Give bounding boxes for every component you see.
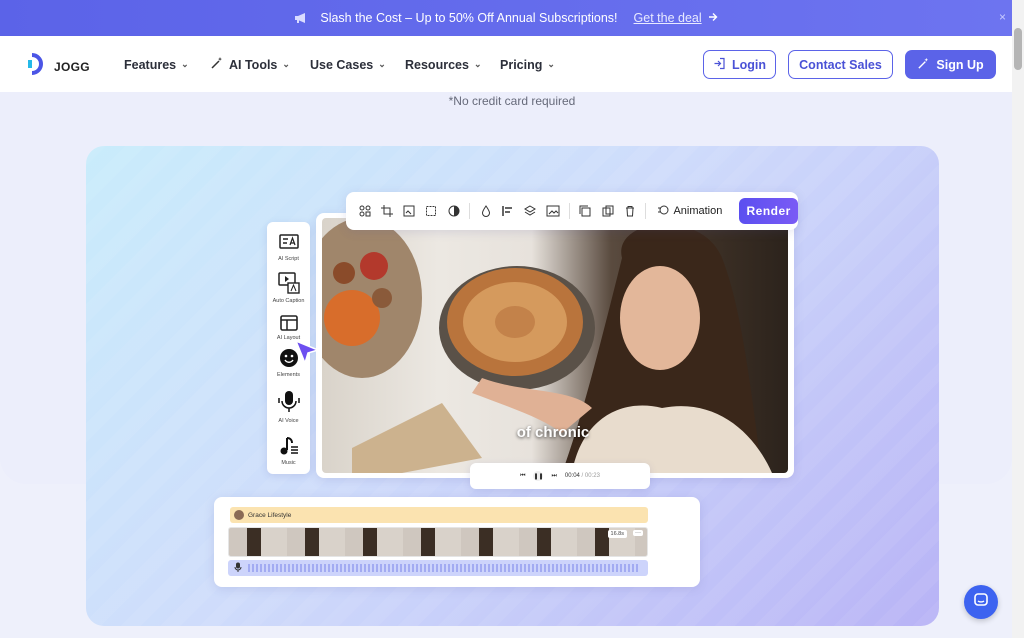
chevron-down-icon: ⌄ <box>282 59 290 69</box>
scrollbar-thumb[interactable] <box>1014 28 1022 70</box>
nav-item-features[interactable]: Features ⌄ <box>124 56 210 73</box>
nav-menu: Features ⌄ AI Tools ⌄ Use Cases ⌄ Resour… <box>124 56 570 73</box>
microphone-icon <box>277 390 300 416</box>
nav-item-label: AI Tools <box>229 57 278 72</box>
jogg-logo-icon <box>28 52 50 81</box>
next-icon[interactable]: ⏭ <box>551 473 556 480</box>
logo-text: JOGG <box>54 59 90 74</box>
megaphone-icon <box>294 12 310 24</box>
auto-caption-icon <box>277 272 300 296</box>
side-tool-ai-voice[interactable]: AI Voice <box>267 390 310 424</box>
page-scrollbar[interactable] <box>1012 0 1024 638</box>
layers-icon[interactable] <box>524 204 537 218</box>
chevron-down-icon: ⌄ <box>378 59 386 69</box>
animation-icon <box>657 204 669 219</box>
track-duration: 16.8s <box>607 530 627 538</box>
microphone-icon <box>234 559 242 577</box>
no-credit-note: *No credit card required <box>448 94 576 108</box>
opacity-icon[interactable] <box>479 204 492 218</box>
nav-item-ai-tools[interactable]: AI Tools ⌄ <box>210 56 310 73</box>
sparkle-wand-icon <box>917 57 930 73</box>
promo-text: Slash the Cost – Up to 50% Off Annual Su… <box>320 11 618 25</box>
sparkle-wand-icon <box>210 56 224 73</box>
avatar <box>234 510 244 520</box>
side-tool-label: Elements <box>277 372 300 378</box>
close-icon[interactable]: × <box>999 10 1006 24</box>
arrow-right-icon <box>708 11 718 25</box>
nav-item-resources[interactable]: Resources ⌄ <box>405 56 500 73</box>
side-tool-auto-caption[interactable]: Auto Caption <box>267 272 310 304</box>
nav-item-label: Pricing <box>500 57 543 72</box>
track-name: Grace Lifestyle <box>248 511 292 519</box>
align-icon[interactable] <box>501 204 514 218</box>
main-nav: JOGG Features ⌄ AI Tools ⌄ Use Cases ⌄ R… <box>0 36 1012 92</box>
contact-sales-button[interactable]: Contact Sales <box>788 50 893 79</box>
more-options-icon[interactable]: ··· <box>633 530 643 536</box>
delete-icon[interactable] <box>623 204 636 218</box>
animation-button[interactable]: Animation <box>657 204 722 219</box>
duplicate-icon[interactable] <box>601 204 614 218</box>
side-tool-label: Music <box>281 460 296 466</box>
replace-icon[interactable] <box>402 204 415 218</box>
video-caption: of chronic <box>516 424 590 441</box>
audio-waveform <box>248 564 638 572</box>
side-tool-label: Auto Caption <box>272 298 305 304</box>
nav-item-label: Features <box>124 57 177 72</box>
video-track[interactable]: 16.8s ··· <box>228 527 648 557</box>
side-tool-ai-script[interactable]: AI Script <box>267 234 310 262</box>
nav-item-pricing[interactable]: Pricing ⌄ <box>500 56 570 73</box>
frame-icon[interactable] <box>425 204 438 218</box>
player-total-time: 00:23 <box>584 473 600 479</box>
nav-item-label: Resources <box>405 57 469 72</box>
toolbar-divider <box>568 203 570 219</box>
chevron-down-icon: ⌄ <box>547 59 555 69</box>
login-label: Login <box>731 57 766 72</box>
pause-icon[interactable]: ❚❚ <box>533 471 544 481</box>
track-label[interactable]: Grace Lifestyle <box>230 507 648 523</box>
contrast-icon[interactable] <box>447 204 460 218</box>
chat-support-button[interactable] <box>964 585 998 619</box>
sign-up-button[interactable]: Sign Up <box>905 50 996 79</box>
crop-icon[interactable] <box>380 204 393 218</box>
render-button[interactable]: Render <box>739 198 798 224</box>
promo-deal-link[interactable]: Get the deal <box>634 11 718 25</box>
audio-track[interactable] <box>228 560 648 576</box>
chevron-down-icon: ⌄ <box>473 59 482 69</box>
music-note-icon <box>279 436 299 458</box>
chat-bubble-icon <box>973 592 989 613</box>
copy-icon[interactable] <box>579 204 592 218</box>
image-icon[interactable] <box>546 204 560 218</box>
timeline-panel: Grace Lifestyle 16.8s ··· <box>214 497 700 587</box>
cursor-pointer-icon <box>293 338 321 371</box>
logo[interactable]: JOGG <box>28 52 90 81</box>
animation-label: Animation <box>673 205 723 217</box>
ai-script-icon <box>278 234 299 254</box>
sign-up-label: Sign Up <box>936 57 984 72</box>
player-current-time: 00:04 <box>564 473 580 479</box>
editor-toolbar: Animation Render <box>346 192 798 230</box>
nav-item-label: Use Cases <box>310 57 374 72</box>
promo-banner: Slash the Cost – Up to 50% Off Annual Su… <box>0 0 1012 36</box>
login-button[interactable]: Login <box>703 50 776 79</box>
nav-item-use-cases[interactable]: Use Cases ⌄ <box>310 56 405 73</box>
ai-layout-icon <box>279 315 298 333</box>
login-icon <box>713 57 726 73</box>
toolbar-divider <box>645 203 647 219</box>
side-tool-label: AI Script <box>278 256 299 262</box>
player-controls: ⏮ ❚❚ ⏭ 00:04 / 00:23 <box>470 463 650 489</box>
group-icon[interactable] <box>358 204 371 218</box>
chevron-down-icon: ⌄ <box>181 59 189 69</box>
previous-icon[interactable]: ⏮ <box>520 473 525 480</box>
promo-deal-label[interactable]: Get the deal <box>634 11 702 25</box>
side-tool-label: AI Voice <box>278 418 299 424</box>
toolbar-divider <box>469 203 471 219</box>
side-tool-music[interactable]: Music <box>267 436 310 466</box>
